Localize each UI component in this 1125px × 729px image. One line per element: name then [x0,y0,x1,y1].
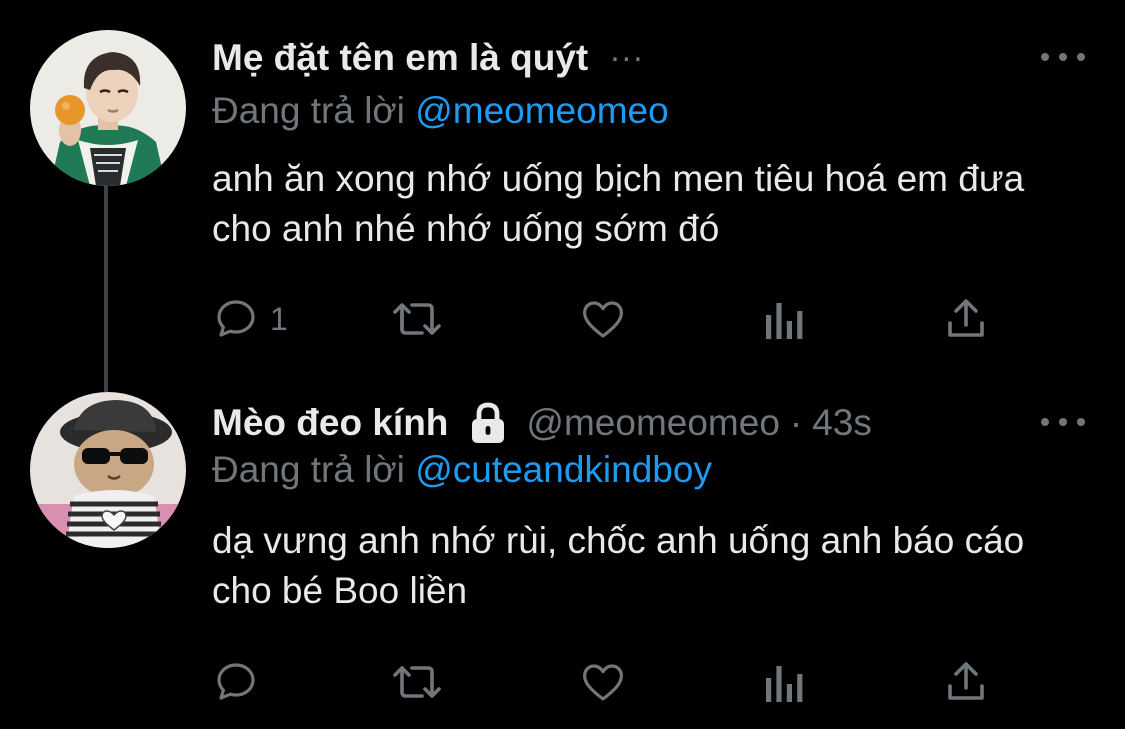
analytics-icon [766,666,803,702]
avatar[interactable] [30,392,186,548]
tweet-thread: Mẹ đặt tên em là quýt ... Đang trả lời @… [0,0,1125,729]
like-button[interactable] [578,291,628,347]
retweet-button[interactable] [390,654,446,710]
retweet-icon [393,666,441,698]
tweet-actions: 1 [212,291,1012,347]
tweet-text: dạ vưng anh nhớ rùi, chốc anh uống anh b… [212,520,1025,611]
share-button[interactable] [942,291,990,347]
separator: · [789,402,803,443]
share-button[interactable] [942,654,990,710]
replying-to: Đang trả lời @cuteandkindboy [212,449,712,491]
reply-icon [217,300,255,337]
analytics-button[interactable] [762,291,806,347]
tweet-text: anh ăn xong nhớ uống bịch men tiêu hoá e… [212,158,1025,249]
reply-prefix: Đang trả lời [212,90,405,131]
reply-button[interactable] [212,654,270,710]
thread-connector-line [104,186,108,392]
heart-icon [583,301,623,338]
tweet-actions [212,654,1012,710]
share-icon [948,662,984,700]
lock-icon [472,402,505,443]
reply-icon [217,663,255,700]
more-options-icon[interactable] [1041,412,1085,432]
reply-mention-link[interactable]: @cuteandkindboy [415,449,712,490]
reply-mention-link[interactable]: @meomeomeo [415,90,669,131]
analytics-icon [766,303,803,339]
user-handle[interactable]: @meomeomeo [526,402,780,444]
replying-to: Đang trả lời @meomeomeo [212,90,669,132]
avatar[interactable] [30,30,186,186]
display-name[interactable]: Mèo đeo kính [212,402,448,444]
share-icon [948,299,984,337]
reply-prefix: Đang trả lời [212,449,405,490]
retweet-button[interactable] [390,291,446,347]
like-button[interactable] [578,654,628,710]
display-name[interactable]: Mẹ đặt tên em là quýt [212,37,588,79]
name-truncation: ... [610,30,645,69]
heart-icon [583,664,623,701]
timestamp[interactable]: 43s [812,402,872,444]
reply-count: 1 [270,300,288,337]
tweet-header: Mèo đeo kính @meomeomeo · 43s [212,398,872,448]
reply-button[interactable]: 1 [212,291,288,347]
tweet-header: Mẹ đặt tên em là quýt ... [212,30,645,83]
analytics-button[interactable] [762,654,806,710]
more-options-icon[interactable] [1041,47,1085,67]
retweet-icon [393,303,441,335]
